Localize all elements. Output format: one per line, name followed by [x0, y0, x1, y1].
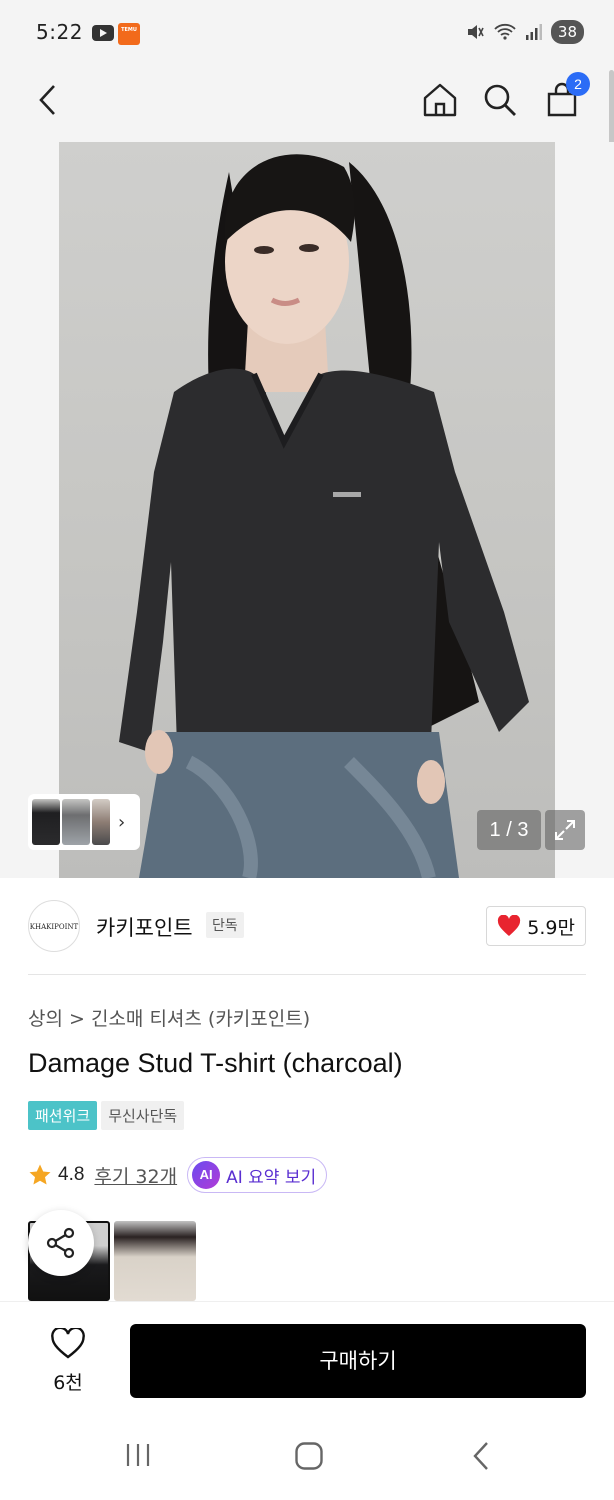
chevron-left-icon	[39, 85, 55, 115]
musinsa-exclusive-badge: 무신사단독	[101, 1101, 185, 1130]
brand-like-count: 5.9만	[527, 916, 575, 939]
share-icon	[46, 1227, 75, 1259]
scrollbar[interactable]	[609, 70, 614, 148]
wishlist-button[interactable]: 6천	[38, 1326, 98, 1395]
cart-count-badge: 2	[566, 72, 590, 96]
thumbnail-3[interactable]	[92, 799, 110, 845]
youtube-notification-icon	[92, 25, 114, 41]
product-badges: 패션위크 무신사단독	[28, 1101, 185, 1130]
rating-value: 4.8	[58, 1164, 85, 1185]
thumbnail-1[interactable]	[32, 799, 60, 845]
chevron-right-icon: ›	[118, 811, 126, 833]
back-button[interactable]	[26, 78, 70, 122]
system-icons: 38	[465, 20, 584, 44]
fashion-week-badge: 패션위크	[28, 1101, 98, 1130]
reviews-link[interactable]: 후기 32개	[94, 1162, 177, 1189]
image-thumbnail-strip[interactable]: ›	[28, 794, 140, 850]
temu-notification-icon: TEMU	[118, 23, 140, 45]
expand-icon	[555, 820, 575, 840]
ai-icon: AI	[192, 1161, 221, 1189]
divider	[28, 974, 586, 975]
brand-logo[interactable]: KHAKIPOINT	[28, 900, 80, 952]
brand-exclusive-tag: 단독	[206, 912, 244, 938]
temu-label: TEMU	[121, 27, 137, 33]
battery-indicator: 38	[550, 20, 584, 44]
top-navigation: 2	[0, 66, 614, 142]
product-photo[interactable]	[59, 142, 555, 878]
expand-image-button[interactable]	[545, 810, 585, 850]
wifi-icon	[494, 23, 516, 40]
buy-button[interactable]: 구매하기	[130, 1324, 586, 1398]
heart-filled-icon	[498, 915, 521, 936]
color-option-light[interactable]	[114, 1221, 196, 1301]
signal-icon	[525, 24, 542, 40]
recent-apps-icon[interactable]	[124, 1441, 152, 1469]
home-icon	[423, 83, 457, 117]
purchase-bar: 6천 구매하기	[0, 1301, 614, 1411]
brand-like-button[interactable]: 5.9만	[486, 906, 586, 946]
ai-summary-button[interactable]: AI AI 요약 보기	[187, 1157, 328, 1193]
cart-button[interactable]: 2	[540, 72, 590, 122]
product-title: Damage Stud T-shirt (charcoal)	[28, 1048, 403, 1078]
product-image-gallery[interactable]: › 1 / 3	[0, 142, 614, 878]
brand-name[interactable]: 카키포인트	[96, 912, 193, 942]
image-page-counter: 1 / 3	[477, 810, 541, 850]
brand-row: KHAKIPOINT 카키포인트 단독 5.9만	[28, 898, 586, 954]
mute-icon	[467, 25, 484, 39]
brand-logo-text: KHAKIPOINT	[29, 923, 79, 931]
android-navigation-bar	[0, 1411, 614, 1500]
thumbnail-2[interactable]	[62, 799, 90, 845]
back-nav-icon[interactable]	[470, 1441, 492, 1471]
heart-outline-icon	[51, 1326, 85, 1359]
search-icon	[484, 84, 516, 116]
share-button[interactable]	[28, 1210, 94, 1276]
status-time: 5:22	[36, 20, 83, 44]
category-breadcrumb[interactable]: 상의 > 긴소매 티셔츠 (카키포인트)	[28, 1004, 310, 1031]
ai-summary-label: AI 요약 보기	[226, 1167, 317, 1188]
star-icon	[29, 1164, 51, 1185]
model-illustration	[119, 154, 529, 878]
home-button[interactable]	[418, 78, 462, 122]
search-button[interactable]	[478, 78, 522, 122]
home-nav-icon[interactable]	[294, 1441, 324, 1471]
status-bar: 5:22 TEMU 38	[0, 0, 614, 66]
rating-row: 4.8 후기 32개 AI AI 요약 보기	[28, 1157, 328, 1193]
wishlist-count: 6천	[53, 1372, 83, 1394]
